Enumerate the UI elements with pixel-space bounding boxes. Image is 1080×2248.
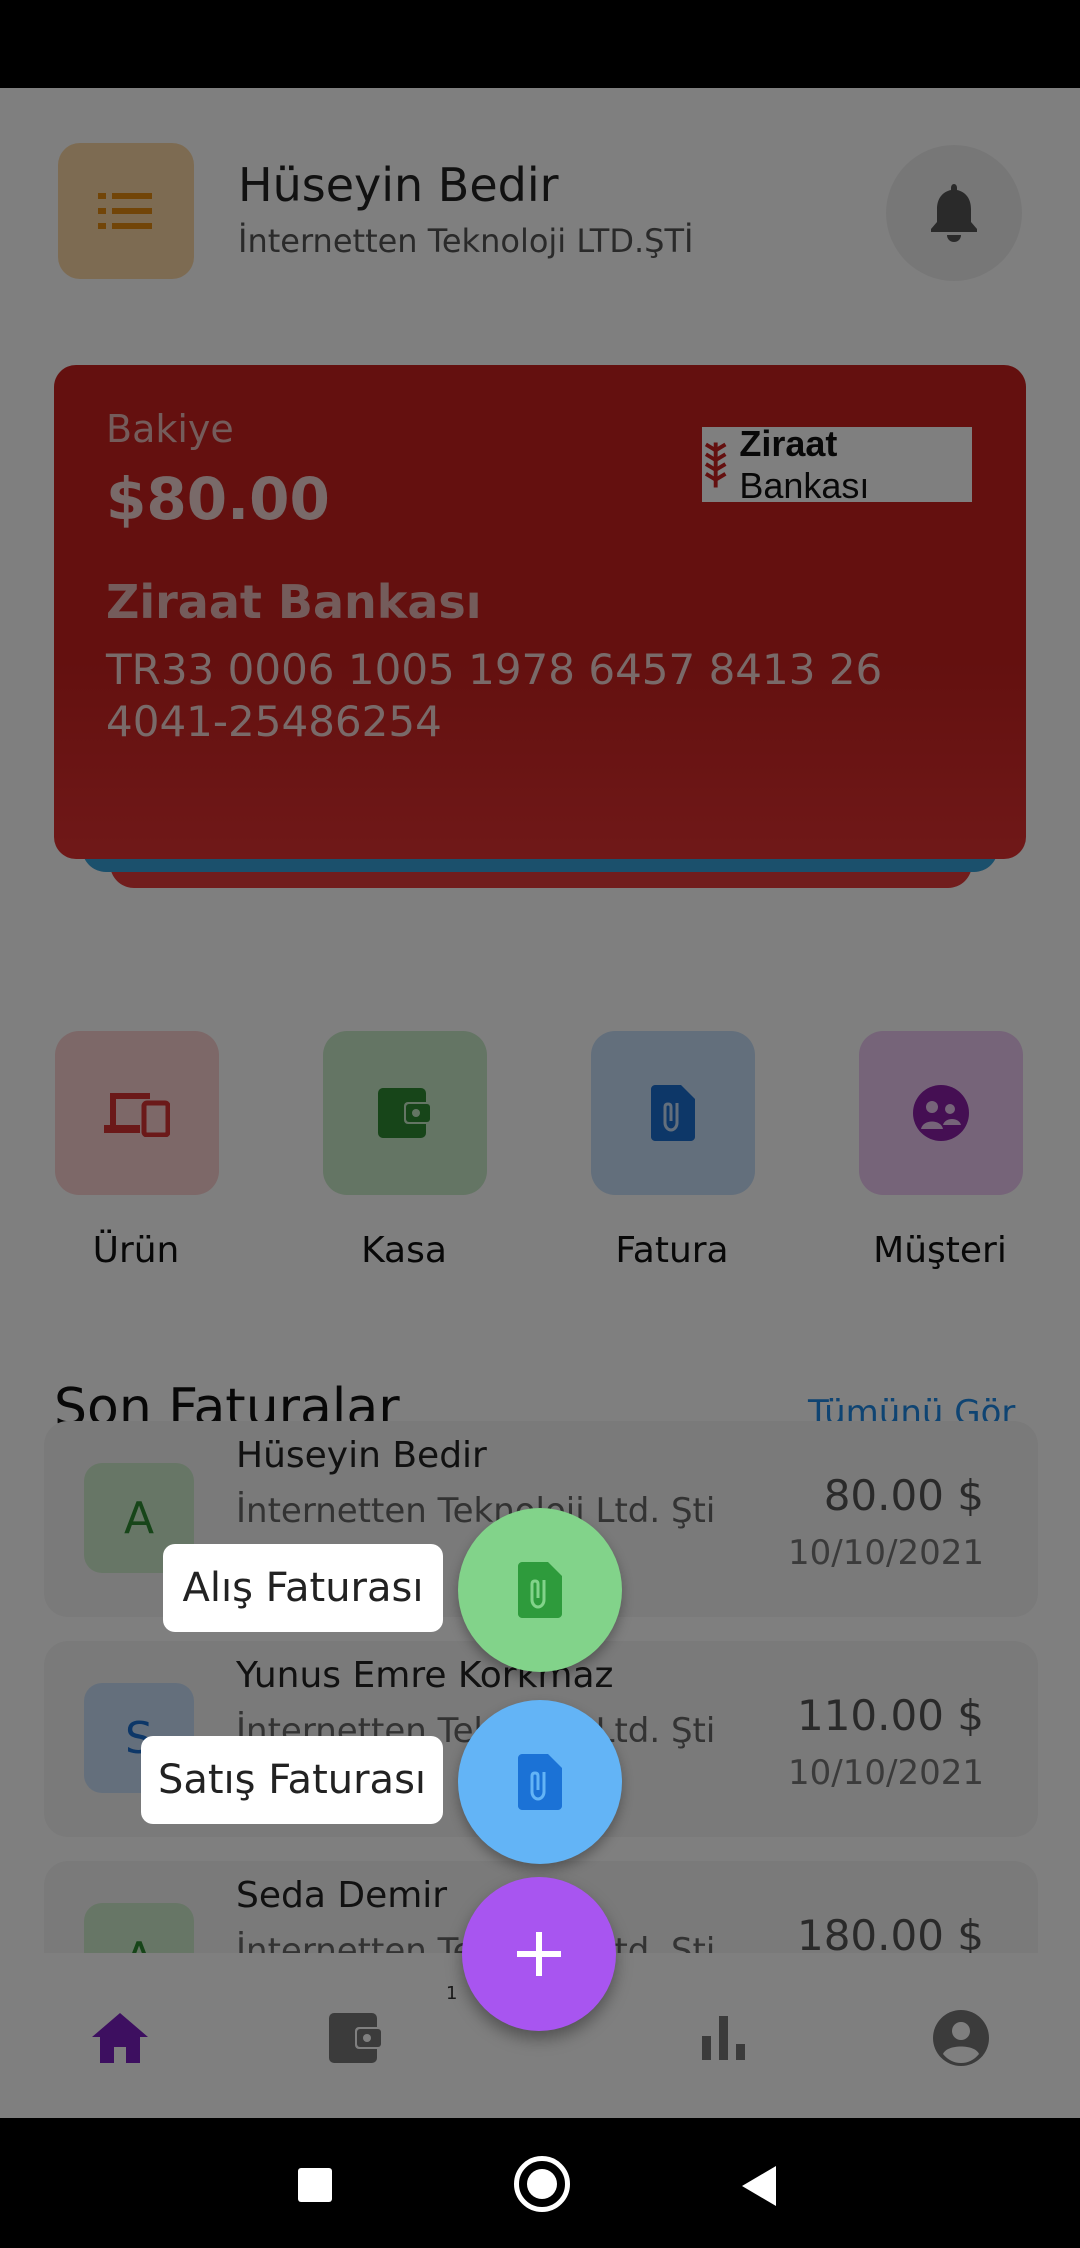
purchase-invoice-button[interactable] xyxy=(458,1508,622,1672)
status-bar xyxy=(0,0,1080,88)
sales-invoice-button[interactable] xyxy=(458,1700,622,1864)
sales-invoice-label[interactable]: Satış Faturası xyxy=(141,1736,443,1824)
purchase-invoice-label[interactable]: Alış Faturası xyxy=(163,1544,443,1632)
add-fab-button[interactable] xyxy=(462,1877,616,2031)
home-button[interactable] xyxy=(514,2156,570,2212)
invoice-icon xyxy=(518,1562,562,1618)
back-button[interactable] xyxy=(742,2166,776,2206)
system-navigation-bar xyxy=(0,2118,1080,2248)
recents-button[interactable] xyxy=(298,2168,332,2202)
invoice-icon xyxy=(518,1754,562,1810)
home-button-dot xyxy=(527,2169,557,2199)
plus-icon xyxy=(517,1932,561,1976)
app-screen: Hüseyin Bedir İnternetten Teknoloji LTD.… xyxy=(0,88,1080,2118)
